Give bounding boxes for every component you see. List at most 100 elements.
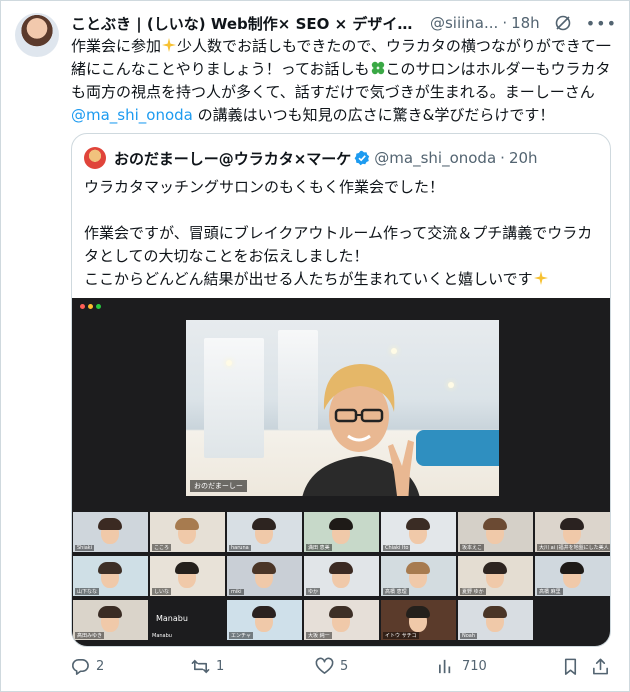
views-chart-icon <box>438 659 451 674</box>
repost-count: 1 <box>216 659 225 674</box>
participant-name-label: 満田 恵美 <box>306 544 332 551</box>
reply-count: 2 <box>96 659 105 674</box>
mention-link[interactable]: @ma_shi_onoda <box>71 106 193 124</box>
participant-name-label: イトウ サチコ <box>383 632 419 639</box>
share-button[interactable] <box>591 657 610 676</box>
participant-tile: 高橋 恵理 <box>381 556 456 596</box>
tweet-text-part: 作業会に参加 <box>71 37 162 55</box>
tweet-header: ことぶき | (しいな) Web制作× SEO × デザインで集客... @si… <box>71 11 617 35</box>
participant-tile: Manabu Manabu <box>150 600 225 640</box>
background-sofa <box>416 430 499 466</box>
quoted-tweet-header: おのだまーしー@ウラカタ×マーケ @ma_shi_onoda · 20h <box>84 146 538 170</box>
participant-name-label: haruna <box>229 545 251 551</box>
participant-tile: 山下なな <box>73 556 148 596</box>
participant-name-label: Noah <box>460 633 478 639</box>
participant-hair <box>329 562 353 574</box>
participant-hair <box>175 562 199 574</box>
participant-tile: 坂本えこ <box>458 512 533 552</box>
participant-hair <box>560 518 584 530</box>
participant-tile: haruna <box>227 512 302 552</box>
background-light <box>226 360 232 366</box>
participant-tile: 満田 恵美 <box>304 512 379 552</box>
participant-tile: 大川 ai (福井を地盤にした美人 <box>535 512 610 552</box>
participant-name-label: 大坂 純一 <box>306 632 332 639</box>
quoted-tweet[interactable]: おのだまーしー@ウラカタ×マーケ @ma_shi_onoda · 20h ウラカ… <box>71 133 611 647</box>
like-count: 5 <box>340 659 349 674</box>
separator-dot: · <box>500 149 505 167</box>
background-window <box>204 338 264 458</box>
quoted-author-name[interactable]: おのだまーしー@ウラカタ×マーケ <box>114 148 351 169</box>
participant-name-only: Manabu <box>156 614 188 623</box>
main-speaker-video: おのだまーしー <box>186 320 499 496</box>
participant-hair <box>483 606 507 618</box>
clover-emoji-icon <box>370 60 386 76</box>
like-button[interactable]: 5 <box>315 657 348 676</box>
bookmark-icon <box>564 658 577 675</box>
participant-name-label: 夏野 ゆか <box>460 588 486 595</box>
participant-hair <box>252 518 276 530</box>
participant-hair <box>252 606 276 618</box>
participant-hair <box>406 518 430 530</box>
author-avatar[interactable] <box>15 13 59 57</box>
author-name[interactable]: ことぶき | (しいな) Web制作× SEO × デザインで集客... <box>71 13 422 34</box>
participant-hair <box>175 518 199 530</box>
participant-hair <box>406 606 430 618</box>
repost-icon <box>191 659 210 674</box>
tweet-card[interactable]: ことぶき | (しいな) Web制作× SEO × デザインで集客... @si… <box>0 0 630 692</box>
background-light <box>448 382 454 388</box>
participant-tile: 大坂 純一 <box>304 600 379 640</box>
participant-name-label: 山下なな <box>75 588 100 595</box>
quoted-author-avatar[interactable] <box>84 147 106 169</box>
author-handle[interactable]: @siiina... <box>430 14 498 32</box>
quoted-tweet-time[interactable]: 20h <box>509 149 538 167</box>
participant-name-label: Chiaki Ito <box>383 545 411 551</box>
quoted-tweet-text-body: ウラカタマッチングサロンのもくもく作業会でした！ 作業会ですが、冒頭にブレイクア… <box>84 178 593 288</box>
participant-name-label: miki <box>229 589 244 595</box>
speaker-figure <box>302 364 420 496</box>
verified-badge-icon <box>354 150 370 166</box>
reply-button[interactable]: 2 <box>71 657 104 676</box>
window-close-dot <box>80 304 85 309</box>
participant-name-label: 髙田みゆき <box>75 632 105 639</box>
participant-tile: エンチャ <box>227 600 302 640</box>
participant-tile: イトウ サチコ <box>381 600 456 640</box>
participant-hair <box>252 562 276 574</box>
participant-hair <box>560 562 584 574</box>
bookmark-button[interactable] <box>561 657 580 676</box>
sparkles-emoji-icon <box>533 270 549 286</box>
views-button[interactable]: 710 <box>437 657 487 676</box>
reply-icon <box>71 659 89 675</box>
tweet-text: 作業会に参加 少人数でお話しもできたので、ウラカタの横つながりができて一緒にこんな… <box>71 35 617 127</box>
participant-hair <box>406 562 430 574</box>
participant-name-label: エンチャ <box>229 632 253 639</box>
more-options-icon[interactable]: ••• <box>586 14 617 33</box>
participant-hair <box>329 518 353 530</box>
participant-hair <box>98 518 122 530</box>
participant-tile: miki <box>227 556 302 596</box>
repost-button[interactable]: 1 <box>191 657 224 676</box>
view-count: 710 <box>462 659 487 674</box>
window-zoom-dot <box>96 304 101 309</box>
main-speaker-label: おのだまーしー <box>190 480 247 492</box>
tweet-time[interactable]: 18h <box>511 14 540 32</box>
sparkles-emoji-icon <box>161 37 177 53</box>
tweet-text-part: の講義はいつも知見の広さに驚き&学びだらけです！ <box>192 106 555 124</box>
share-icon <box>593 658 608 675</box>
participant-name-label: こころ <box>152 544 172 551</box>
meeting-screenshot[interactable]: おのだまーしー Shiaki こころ haruna 満田 恵美 Chiaki Ito 坂本… <box>72 298 610 646</box>
participant-tile: 髙田みゆき <box>73 600 148 640</box>
participant-name-label: 高橋 麻里 <box>537 588 563 595</box>
participant-hair <box>98 562 122 574</box>
participant-tile: ゆか <box>304 556 379 596</box>
participant-name-label: Shiaki <box>75 545 95 551</box>
grok-icon[interactable] <box>554 14 572 32</box>
quoted-author-handle[interactable]: @ma_shi_onoda <box>374 149 496 167</box>
participant-hair <box>483 518 507 530</box>
window-minimize-dot <box>88 304 93 309</box>
heart-icon <box>315 657 334 674</box>
participant-name-label: 大川 ai (福井を地盤にした美人 <box>537 544 610 551</box>
participant-name-label: 坂本えこ <box>460 544 485 551</box>
participant-tile: 高橋 麻里 <box>535 556 610 596</box>
action-bar: 2 1 5 710 <box>71 653 611 683</box>
participant-tile: Chiaki Ito <box>381 512 456 552</box>
